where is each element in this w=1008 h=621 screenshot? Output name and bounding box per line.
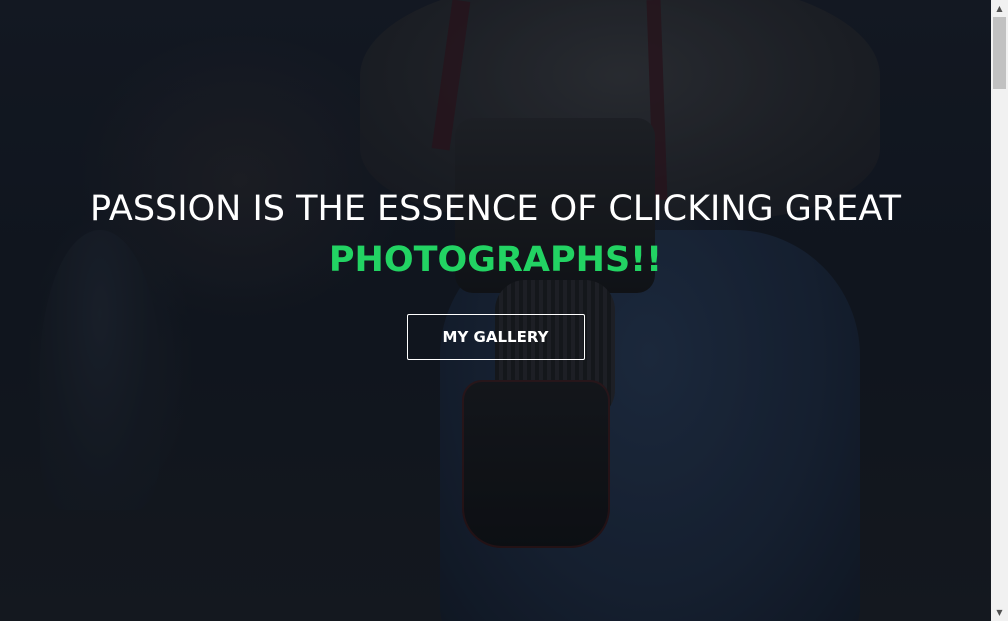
my-gallery-button[interactable]: MY GALLERY [406,314,585,360]
hero-content: PASSION IS THE ESSENCE OF CLICKING GREAT… [0,186,991,360]
scroll-down-arrow-icon[interactable]: ▼ [991,604,1008,621]
hero-background-image: PASSION IS THE ESSENCE OF CLICKING GREAT… [0,0,991,621]
hero-headline: PASSION IS THE ESSENCE OF CLICKING GREAT… [0,186,991,282]
hero-highlight-text: PHOTOGRAPHS!! [328,240,663,280]
page: PASSION IS THE ESSENCE OF CLICKING GREAT… [0,0,1008,621]
hero-headline-text: PASSION IS THE ESSENCE OF CLICKING GREAT [90,189,901,229]
scrollbar-thumb[interactable] [993,17,1006,89]
vertical-scrollbar[interactable]: ▲ ▼ [991,0,1008,621]
scroll-up-arrow-icon[interactable]: ▲ [991,0,1008,17]
